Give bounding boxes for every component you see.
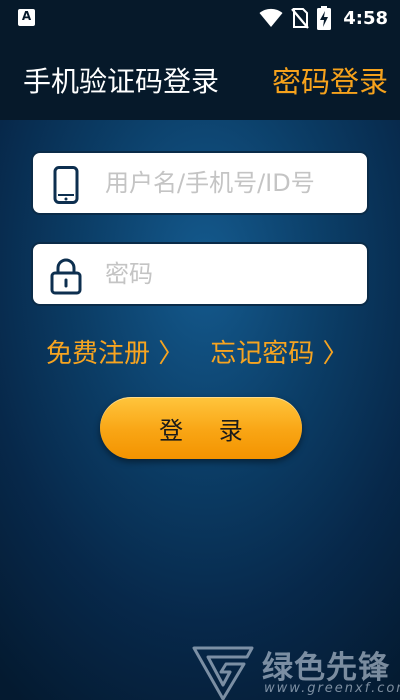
- register-link[interactable]: 免费注册 〉: [46, 333, 184, 370]
- watermark: 绿色先锋 www.greenxf.com: [190, 640, 400, 700]
- page-title: 手机验证码登录: [23, 65, 220, 98]
- username-field[interactable]: [31, 151, 369, 215]
- lock-icon: [50, 258, 82, 295]
- username-input[interactable]: [105, 161, 359, 205]
- password-input[interactable]: [105, 252, 359, 296]
- battery-charging-icon: [317, 6, 332, 30]
- app-bar: 手机验证码登录 密码登录: [0, 36, 400, 120]
- status-bar: A 4:58: [0, 0, 400, 36]
- no-sim-icon: [291, 8, 310, 29]
- status-time: 4:58: [343, 7, 388, 29]
- app-notification-icon: A: [18, 9, 35, 26]
- login-screen: A 4:58 手机验证码登录 密码登录 用户名/手机号/ID号 免费注册 〉 忘…: [0, 0, 400, 700]
- wifi-icon: [259, 8, 283, 27]
- watermark-url: www.greenxf.com: [264, 681, 400, 696]
- password-login-button[interactable]: 密码登录: [272, 59, 388, 101]
- status-icons: 4:58: [259, 4, 388, 32]
- greenxf-logo-icon: [192, 646, 254, 700]
- login-button[interactable]: 登 录: [100, 397, 302, 459]
- forgot-password-link[interactable]: 忘记密码 〉: [210, 333, 348, 370]
- phone-icon: [53, 166, 79, 204]
- account-links: 免费注册 〉 忘记密码 〉: [46, 333, 349, 370]
- password-field[interactable]: [31, 242, 369, 306]
